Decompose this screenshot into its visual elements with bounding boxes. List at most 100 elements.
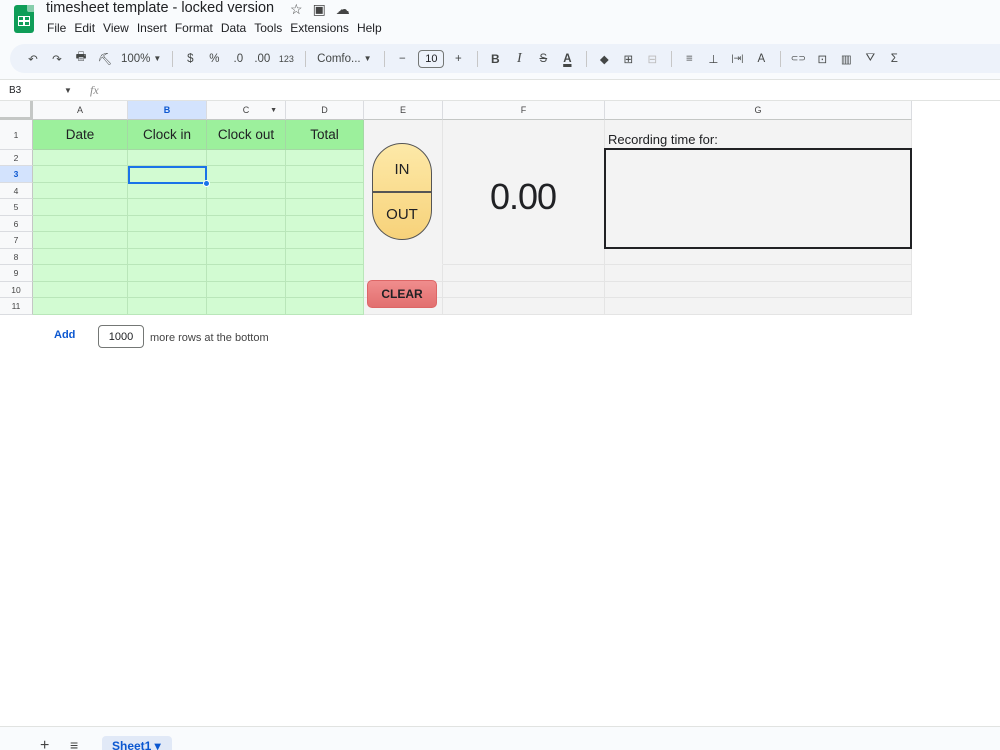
- grid-cell[interactable]: [33, 199, 128, 216]
- grid-cell[interactable]: [128, 232, 207, 249]
- grid-cell[interactable]: [128, 249, 207, 265]
- menu-extensions[interactable]: Extensions: [286, 21, 353, 35]
- grid-cell[interactable]: [128, 150, 207, 166]
- insert-chart-icon[interactable]: ▥: [835, 48, 857, 70]
- font-size-decrease-button[interactable]: −: [391, 48, 413, 70]
- redo-icon[interactable]: ↷: [46, 48, 68, 70]
- select-all-corner[interactable]: [0, 101, 33, 120]
- borders-icon[interactable]: ⊞: [617, 48, 639, 70]
- menu-view[interactable]: View: [99, 21, 133, 35]
- add-rows-count-input[interactable]: 1000: [98, 325, 144, 348]
- grid-cell[interactable]: [443, 282, 605, 298]
- grid-cell[interactable]: [33, 183, 128, 199]
- column-header-a[interactable]: A: [33, 101, 128, 120]
- grid-cell[interactable]: [128, 265, 207, 282]
- all-sheets-icon[interactable]: ≡: [70, 737, 78, 750]
- grid-cell[interactable]: [443, 265, 605, 282]
- grid-cell[interactable]: [207, 216, 286, 232]
- grid-cell[interactable]: [33, 216, 128, 232]
- strikethrough-button[interactable]: S: [532, 48, 554, 70]
- header-cell-clock-in[interactable]: Clock in: [128, 120, 207, 150]
- grid-cell[interactable]: [207, 298, 286, 315]
- merge-cells-icon[interactable]: ⊟: [641, 48, 663, 70]
- grid-cell[interactable]: [33, 282, 128, 298]
- chevron-down-icon[interactable]: ▼: [270, 107, 277, 114]
- grid-cell[interactable]: [207, 232, 286, 249]
- grid-cell[interactable]: [286, 265, 364, 282]
- bold-button[interactable]: B: [484, 48, 506, 70]
- text-rotation-icon[interactable]: A: [750, 48, 772, 70]
- header-cell-date[interactable]: Date: [33, 120, 128, 150]
- grid-cell[interactable]: [128, 216, 207, 232]
- grid-cell[interactable]: [286, 216, 364, 232]
- grid-cell[interactable]: [286, 298, 364, 315]
- header-cell-clock-out[interactable]: Clock out: [207, 120, 286, 150]
- clock-out-button[interactable]: OUT: [373, 206, 431, 223]
- grid-cell[interactable]: [605, 265, 912, 282]
- grid-cell[interactable]: [33, 166, 128, 183]
- cloud-status-icon[interactable]: ☁: [336, 1, 350, 18]
- column-header-e[interactable]: E: [364, 101, 443, 120]
- column-header-f[interactable]: F: [443, 101, 605, 120]
- row-header-1[interactable]: 1: [0, 120, 33, 150]
- row-header-8[interactable]: 8: [0, 249, 33, 265]
- sheet-grid[interactable]: A B C ▼ D E F G 1 2 3 4 5 6 7 8 9 10 11 D…: [0, 101, 1000, 726]
- grid-cell[interactable]: [207, 249, 286, 265]
- grid-cell[interactable]: [207, 183, 286, 199]
- active-cell-selection[interactable]: [128, 166, 207, 184]
- decrease-decimal-button[interactable]: .0: [227, 48, 249, 70]
- grid-cell[interactable]: [33, 265, 128, 282]
- column-header-c[interactable]: C ▼: [207, 101, 286, 120]
- horizontal-align-icon[interactable]: ≡: [678, 48, 700, 70]
- paint-format-icon[interactable]: ⛏: [94, 48, 116, 70]
- document-title[interactable]: timesheet template - locked version: [46, 0, 274, 16]
- row-header-7[interactable]: 7: [0, 232, 33, 249]
- grid-cell[interactable]: [128, 298, 207, 315]
- grid-cell[interactable]: [33, 249, 128, 265]
- percent-format-button[interactable]: %: [203, 48, 225, 70]
- increase-decimal-button[interactable]: .00: [251, 48, 273, 70]
- grid-cell[interactable]: [207, 282, 286, 298]
- italic-button[interactable]: I: [508, 48, 530, 70]
- row-header-10[interactable]: 10: [0, 282, 33, 298]
- functions-icon[interactable]: Σ: [883, 48, 905, 70]
- grid-cell[interactable]: [286, 183, 364, 199]
- grid-cell[interactable]: [605, 298, 912, 315]
- grid-cell[interactable]: [207, 166, 286, 183]
- recording-time-input[interactable]: [604, 148, 912, 249]
- grid-cell[interactable]: [207, 150, 286, 166]
- menu-insert[interactable]: Insert: [133, 21, 171, 35]
- grid-cell[interactable]: [207, 265, 286, 282]
- grid-cell[interactable]: [33, 232, 128, 249]
- number-format-button[interactable]: 123: [275, 48, 297, 70]
- text-wrap-icon[interactable]: |⇥|: [726, 48, 748, 70]
- fill-color-icon[interactable]: ◆: [593, 48, 615, 70]
- undo-icon[interactable]: ↶: [22, 48, 44, 70]
- star-icon[interactable]: ☆: [290, 1, 303, 18]
- grid-cell[interactable]: [286, 166, 364, 183]
- menu-format[interactable]: Format: [171, 21, 217, 35]
- row-header-5[interactable]: 5: [0, 199, 33, 216]
- row-header-11[interactable]: 11: [0, 298, 33, 315]
- menu-file[interactable]: File: [46, 21, 70, 35]
- menu-tools[interactable]: Tools: [250, 21, 286, 35]
- clock-in-button[interactable]: IN: [373, 161, 431, 178]
- vertical-align-icon[interactable]: ⊥: [702, 48, 724, 70]
- font-size-increase-button[interactable]: +: [447, 48, 469, 70]
- column-header-d[interactable]: D: [286, 101, 364, 120]
- grid-cell[interactable]: [33, 298, 128, 315]
- grid-cell[interactable]: [286, 199, 364, 216]
- grid-cell[interactable]: [128, 183, 207, 199]
- grid-cell[interactable]: [128, 199, 207, 216]
- font-select[interactable]: Comfo... ▼: [312, 48, 376, 70]
- grid-cell[interactable]: [286, 282, 364, 298]
- menu-data[interactable]: Data: [217, 21, 250, 35]
- insert-comment-icon[interactable]: ⊡: [811, 48, 833, 70]
- row-header-2[interactable]: 2: [0, 150, 33, 166]
- text-color-button[interactable]: A: [556, 48, 578, 70]
- move-folder-icon[interactable]: ▣: [313, 1, 326, 18]
- sheets-logo-icon[interactable]: [14, 5, 34, 33]
- column-header-b[interactable]: B: [128, 101, 207, 120]
- row-header-4[interactable]: 4: [0, 183, 33, 199]
- clear-button[interactable]: CLEAR: [367, 280, 437, 308]
